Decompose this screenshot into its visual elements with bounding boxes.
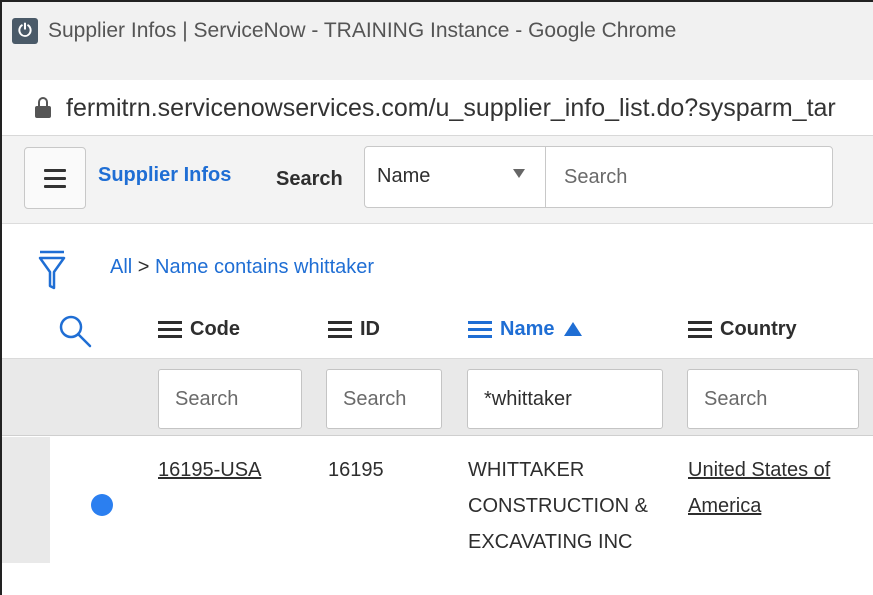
cell-name-line: CONSTRUCTION &	[468, 495, 648, 517]
cell-name: WHITTAKER CONSTRUCTION & EXCAVATING INC	[468, 452, 648, 560]
url-text[interactable]: fermitrn.servicenowservices.com/u_suppli…	[66, 94, 836, 123]
cell-id: 16195	[328, 459, 384, 481]
record-preview-dot-icon[interactable]	[91, 494, 113, 516]
column-header-code[interactable]: Code	[158, 314, 240, 344]
browser-titlebar: ⏻ Supplier Infos | ServiceNow - TRAINING…	[2, 2, 873, 80]
list-context-menu-button[interactable]	[24, 147, 86, 209]
sort-ascending-icon	[564, 322, 583, 336]
column-header-country[interactable]: Country	[688, 314, 797, 344]
search-label: Search	[276, 168, 343, 190]
column-menu-icon[interactable]	[158, 320, 182, 338]
row-gutter	[2, 437, 50, 563]
window-title-row: ⏻ Supplier Infos | ServiceNow - TRAINING…	[12, 14, 676, 48]
filter-funnel-icon[interactable]	[38, 250, 66, 290]
column-label: Country	[720, 317, 797, 340]
code-filter-input[interactable]	[158, 369, 302, 429]
column-label: Code	[190, 317, 240, 340]
cell-name-line: WHITTAKER	[468, 459, 585, 481]
column-search-icon[interactable]	[56, 312, 94, 350]
address-row: fermitrn.servicenowservices.com/u_suppli…	[10, 88, 836, 128]
lock-icon[interactable]	[34, 97, 52, 119]
country-filter-input[interactable]	[687, 369, 859, 429]
cell-country-line[interactable]: United States of	[688, 452, 830, 488]
breadcrumb-separator: >	[137, 256, 150, 278]
servicenow-app-icon: ⏻	[12, 18, 38, 44]
dropdown-caret-icon	[513, 169, 525, 178]
column-filter-row	[2, 358, 873, 436]
column-menu-icon[interactable]	[688, 320, 712, 338]
column-label: Name	[500, 317, 555, 340]
list-title[interactable]: Supplier Infos	[98, 164, 231, 187]
column-label: ID	[360, 317, 380, 340]
search-field-select[interactable]: Name	[364, 146, 546, 208]
breadcrumb-condition-link[interactable]: Name contains whittaker	[155, 256, 374, 278]
list-search-input[interactable]	[545, 146, 833, 208]
column-menu-icon[interactable]	[328, 320, 352, 338]
cell-name-line: EXCAVATING INC	[468, 531, 633, 553]
search-field-value: Name	[377, 165, 431, 187]
cell-code-link[interactable]: 16195-USA	[158, 452, 261, 488]
column-menu-icon[interactable]	[468, 320, 492, 338]
breadcrumb-all-link[interactable]: All	[110, 256, 132, 278]
cell-country-link[interactable]: United States of America	[688, 452, 830, 524]
column-header-id[interactable]: ID	[328, 314, 380, 344]
list-header: Supplier Infos Search Name	[2, 136, 873, 224]
cell-country-line[interactable]: America	[688, 488, 830, 524]
window-title: Supplier Infos | ServiceNow - TRAINING I…	[48, 19, 677, 42]
breadcrumb: All > Name contains whittaker	[110, 256, 374, 279]
id-filter-input[interactable]	[326, 369, 442, 429]
name-filter-input[interactable]	[467, 369, 663, 429]
column-header-name[interactable]: Name	[468, 314, 583, 344]
hamburger-icon	[44, 168, 66, 172]
